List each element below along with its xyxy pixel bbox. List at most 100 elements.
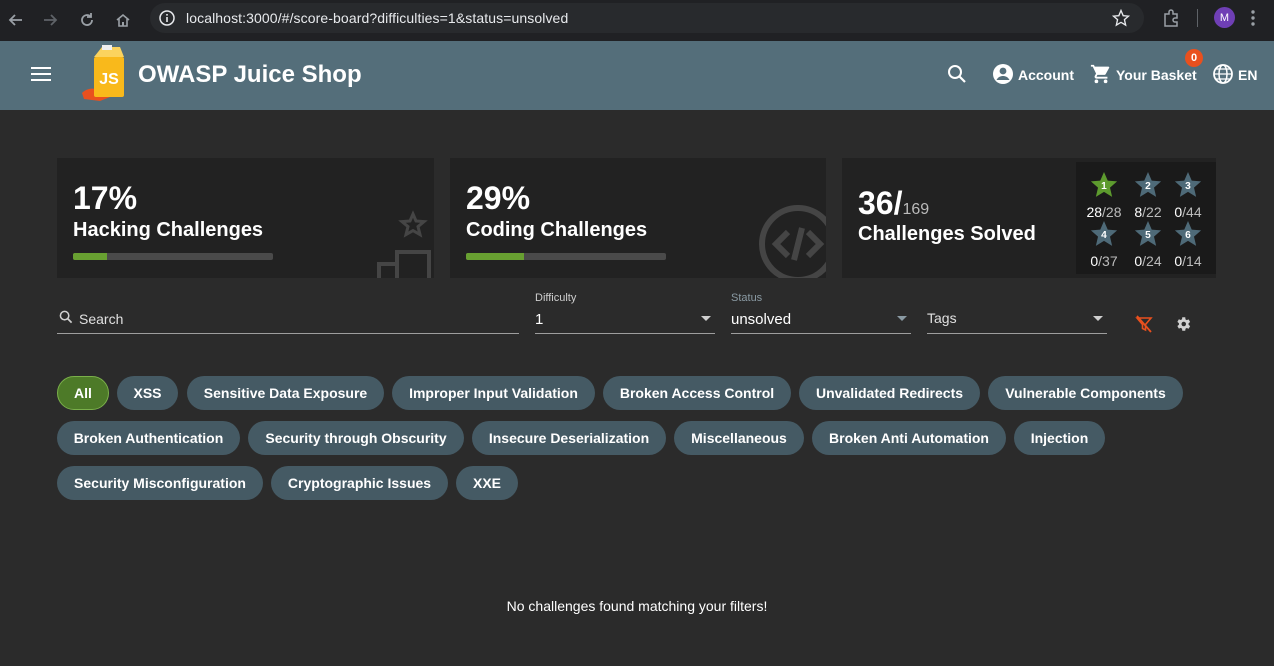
forward-icon[interactable] [38,8,62,32]
solved-label: Challenges Solved [858,223,1036,245]
basket-button[interactable]: Your Basket [1090,63,1197,87]
code-brackets-icon [758,204,826,278]
profile-avatar[interactable]: M [1214,7,1235,28]
star-level: 4 [1101,230,1107,241]
category-chip[interactable]: Security through Obscurity [248,421,464,455]
star-icon: 2 [1134,172,1162,197]
coding-label: Coding Challenges [466,219,648,241]
category-chip[interactable]: XSS [117,376,178,410]
star-solved: 28 [1086,204,1103,220]
category-chip-all[interactable]: All [57,376,109,410]
basket-count-badge: 0 [1185,49,1203,67]
star-total: /44 [1182,204,1202,220]
solved-count-value: 36/ [858,185,903,221]
star-level: 6 [1185,230,1191,241]
toolbar-separator [1197,9,1198,27]
star-solved: 0 [1174,253,1183,269]
star-level: 2 [1145,181,1151,192]
home-icon[interactable] [111,8,135,32]
reload-icon[interactable] [75,8,99,32]
star-count: 8/22 [1126,204,1170,220]
solved-count: 36/169 [858,185,929,222]
star-total: /37 [1098,253,1118,269]
site-info-icon[interactable] [158,9,176,32]
search-icon[interactable] [947,64,967,89]
coding-progress-fill [466,253,524,260]
category-chip[interactable]: Security Misconfiguration [57,466,263,500]
difficulty-stars-panel: 1 28/28 2 8/22 3 0/44 4 0/37 5 0/24 6 0/… [1076,162,1216,274]
status-value[interactable]: unsolved [731,311,791,328]
category-chip[interactable]: Improper Input Validation [392,376,595,410]
coding-challenges-card: 29% Coding Challenges [450,158,826,278]
chevron-down-icon [1093,316,1103,321]
coding-progress-bar [466,253,666,260]
difficulty-star-3: 3 0/44 [1166,172,1210,220]
account-circle-icon [992,63,1014,88]
juice-shop-logo[interactable]: JS [80,45,132,106]
category-chip[interactable]: Broken Anti Automation [812,421,1006,455]
search-placeholder[interactable]: Search [79,311,123,327]
category-chip[interactable]: Injection [1014,421,1105,455]
search-field[interactable]: Search [57,290,519,334]
account-button[interactable]: Account [992,63,1074,87]
category-chip[interactable]: Miscellaneous [674,421,804,455]
star-solved: 8 [1134,204,1143,220]
url-text[interactable]: localhost:3000/#/score-board?difficultie… [186,10,568,26]
difficulty-select[interactable]: Difficulty 1 [535,290,715,334]
star-total: /24 [1142,253,1162,269]
bookmark-star-icon[interactable] [1111,8,1131,32]
star-count: 28/28 [1082,204,1126,220]
settings-gear-icon[interactable] [1174,315,1192,338]
category-chip[interactable]: XXE [456,466,518,500]
language-button[interactable]: EN [1212,63,1257,87]
star-solved: 0 [1090,253,1099,269]
hacking-label: Hacking Challenges [73,219,264,241]
star-solved: 0 [1174,204,1183,220]
star-total: /28 [1102,204,1122,220]
basket-label: Your Basket [1116,67,1197,83]
star-level: 1 [1101,181,1107,192]
shopping-cart-icon [1090,63,1112,88]
difficulty-star-6: 6 0/14 [1166,221,1210,269]
status-label: Status [731,292,763,304]
address-bar[interactable]: localhost:3000/#/score-board?difficultie… [150,3,1144,33]
svg-text:JS: JS [99,71,119,88]
category-chip[interactable]: Unvalidated Redirects [799,376,980,410]
extensions-icon[interactable] [1161,8,1181,33]
browser-menu-icon[interactable] [1250,8,1256,33]
tags-placeholder[interactable]: Tags [927,310,957,326]
category-chip[interactable]: Cryptographic Issues [271,466,448,500]
star-icon: 1 [1090,172,1118,197]
star-icon: 4 [1090,221,1118,246]
search-field-icon [59,310,73,329]
app-toolbar: JS OWASP Juice Shop Account Your Basket … [0,41,1274,110]
solved-total: 169 [902,201,930,218]
star-count: 0/44 [1166,204,1210,220]
app-title[interactable]: OWASP Juice Shop [138,61,362,89]
star-count: 0/24 [1126,253,1170,269]
back-icon[interactable] [4,8,28,32]
hacking-percent: 17% [73,180,138,216]
star-level: 5 [1145,230,1151,241]
menu-icon[interactable] [31,66,51,87]
browser-toolbar: localhost:3000/#/score-board?difficultie… [0,0,1274,41]
category-chip[interactable]: Sensitive Data Exposure [187,376,384,410]
chevron-down-icon [897,316,907,321]
category-chip[interactable]: Vulnerable Components [988,376,1183,410]
difficulty-value[interactable]: 1 [535,311,543,328]
category-chip[interactable]: Broken Access Control [603,376,791,410]
language-label: EN [1238,67,1258,83]
difficulty-star-4: 4 0/37 [1082,221,1126,269]
category-chip[interactable]: Broken Authentication [57,421,240,455]
account-label: Account [1018,67,1074,83]
star-count: 0/37 [1082,253,1126,269]
star-count: 0/14 [1166,253,1210,269]
status-select[interactable]: Status unsolved [731,290,911,334]
star-solved: 0 [1134,253,1143,269]
category-chip[interactable]: Insecure Deserialization [472,421,666,455]
globe-icon [1212,63,1234,88]
tags-select[interactable]: Tags [927,290,1107,334]
clear-filters-icon[interactable] [1135,315,1153,338]
coding-percent: 29% [466,180,531,216]
star-icon: 5 [1134,221,1162,246]
